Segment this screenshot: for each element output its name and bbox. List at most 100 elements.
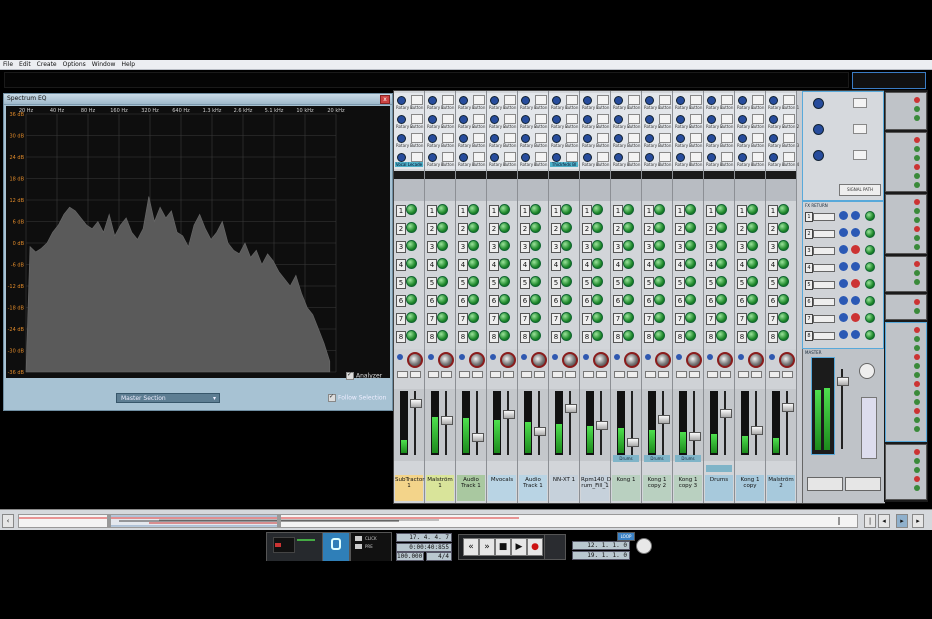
rotary-knob[interactable] — [738, 134, 747, 143]
send-level-knob[interactable] — [592, 204, 603, 215]
send-number[interactable]: 7 — [458, 313, 468, 325]
rack-knob[interactable] — [914, 449, 920, 455]
pan-knob[interactable] — [748, 352, 764, 368]
send-level-knob[interactable] — [716, 276, 727, 287]
send-number[interactable]: 5 — [644, 277, 654, 289]
send-number[interactable]: 4 — [396, 259, 406, 271]
send-level-knob[interactable] — [468, 240, 479, 251]
send-level-knob[interactable] — [561, 240, 572, 251]
pan-knob[interactable] — [562, 352, 578, 368]
solo-button[interactable] — [596, 371, 607, 378]
send-number[interactable]: 5 — [551, 277, 561, 289]
send-level-knob[interactable] — [747, 204, 758, 215]
send-level-knob[interactable] — [623, 312, 634, 323]
rotary-knob[interactable] — [614, 153, 623, 162]
return-knob[interactable] — [839, 296, 848, 305]
rotary-knob[interactable] — [397, 153, 406, 162]
rack-knob[interactable] — [914, 279, 920, 285]
send-number[interactable]: 1 — [551, 205, 561, 217]
volume-fader[interactable] — [689, 432, 701, 441]
send-level-knob[interactable] — [406, 222, 417, 233]
tempo-display[interactable]: 100.000 — [396, 552, 424, 561]
send-number[interactable]: 3 — [427, 241, 437, 253]
pan-knob[interactable] — [469, 352, 485, 368]
pre-toggle[interactable] — [355, 544, 362, 549]
rotary-knob[interactable] — [428, 134, 437, 143]
rack-knob[interactable] — [914, 485, 920, 491]
rotary-knob[interactable] — [490, 115, 499, 124]
solo-button[interactable] — [627, 371, 638, 378]
send-level-knob[interactable] — [623, 204, 634, 215]
rotary-knob[interactable] — [583, 115, 592, 124]
send-number[interactable]: 8 — [489, 331, 499, 343]
send-number[interactable]: 6 — [706, 295, 716, 307]
rotary-knob[interactable] — [614, 134, 623, 143]
rotary-knob[interactable] — [676, 153, 685, 162]
send-number[interactable]: 4 — [706, 259, 716, 271]
insert-edit-tools[interactable] — [456, 179, 486, 201]
rack-knob[interactable] — [914, 97, 920, 103]
return-pan-knob[interactable] — [865, 296, 875, 306]
insert-button[interactable] — [690, 152, 702, 162]
insert-button[interactable] — [504, 152, 516, 162]
send-level-knob[interactable] — [406, 204, 417, 215]
insert-button[interactable] — [721, 95, 733, 105]
insert-button[interactable] — [535, 133, 547, 143]
send-number[interactable]: 7 — [737, 313, 747, 325]
insert-button[interactable] — [473, 114, 485, 124]
insert-button[interactable] — [442, 152, 454, 162]
insert-button[interactable] — [504, 95, 516, 105]
rotary-knob[interactable] — [738, 115, 747, 124]
solo-button[interactable] — [410, 371, 421, 378]
send-number[interactable]: 8 — [396, 331, 406, 343]
volume-fader[interactable] — [627, 438, 639, 447]
menu-options[interactable]: Options — [60, 60, 89, 69]
return-knob[interactable] — [839, 211, 848, 220]
rotary-knob[interactable] — [521, 96, 530, 105]
send-level-knob[interactable] — [592, 222, 603, 233]
volume-fader[interactable] — [782, 403, 794, 412]
send-level-knob[interactable] — [499, 240, 510, 251]
rotary-knob[interactable] — [707, 153, 716, 162]
insert-button[interactable] — [535, 114, 547, 124]
rack-knob[interactable] — [914, 426, 920, 432]
insert-button[interactable] — [853, 98, 867, 108]
send-level-knob[interactable] — [406, 258, 417, 269]
send-level-knob[interactable] — [716, 330, 727, 341]
loop-left-display[interactable]: 12. 1. 1. 0 — [572, 541, 630, 550]
send-level-knob[interactable] — [592, 240, 603, 251]
send-number[interactable]: 8 — [427, 331, 437, 343]
pan-knob[interactable] — [438, 352, 454, 368]
rotary-knob[interactable] — [813, 98, 824, 109]
insert-button[interactable] — [628, 114, 640, 124]
send-number[interactable]: 4 — [582, 259, 592, 271]
rack-knob[interactable] — [914, 327, 920, 333]
send-level-knob[interactable] — [747, 222, 758, 233]
rack-device[interactable] — [885, 194, 927, 254]
insert-button[interactable] — [690, 114, 702, 124]
send-level-knob[interactable] — [499, 294, 510, 305]
insert-button[interactable] — [535, 95, 547, 105]
insert-button[interactable] — [597, 114, 609, 124]
pan-knob[interactable] — [531, 352, 547, 368]
send-number[interactable]: 6 — [396, 295, 406, 307]
send-level-knob[interactable] — [778, 276, 789, 287]
send-level-knob[interactable] — [654, 240, 665, 251]
send-number[interactable]: 5 — [396, 277, 406, 289]
rack-knob[interactable] — [914, 299, 920, 305]
send-number[interactable]: 3 — [551, 241, 561, 253]
send-level-knob[interactable] — [592, 276, 603, 287]
rack-device[interactable] — [885, 444, 927, 500]
send-level-knob[interactable] — [406, 330, 417, 341]
rack-knob[interactable] — [914, 476, 920, 482]
insert-button[interactable] — [783, 152, 795, 162]
overview-lane[interactable] — [4, 72, 849, 88]
insert-button[interactable] — [752, 114, 764, 124]
fx-return-number[interactable]: 1 — [805, 212, 813, 222]
return-pan-knob[interactable] — [865, 228, 875, 238]
volume-fader[interactable] — [720, 409, 732, 418]
menu-help[interactable]: Help — [118, 60, 138, 69]
send-level-knob[interactable] — [592, 294, 603, 305]
loop-right-display[interactable]: 19. 1. 1. 0 — [572, 551, 630, 560]
rotary-knob[interactable] — [645, 153, 654, 162]
